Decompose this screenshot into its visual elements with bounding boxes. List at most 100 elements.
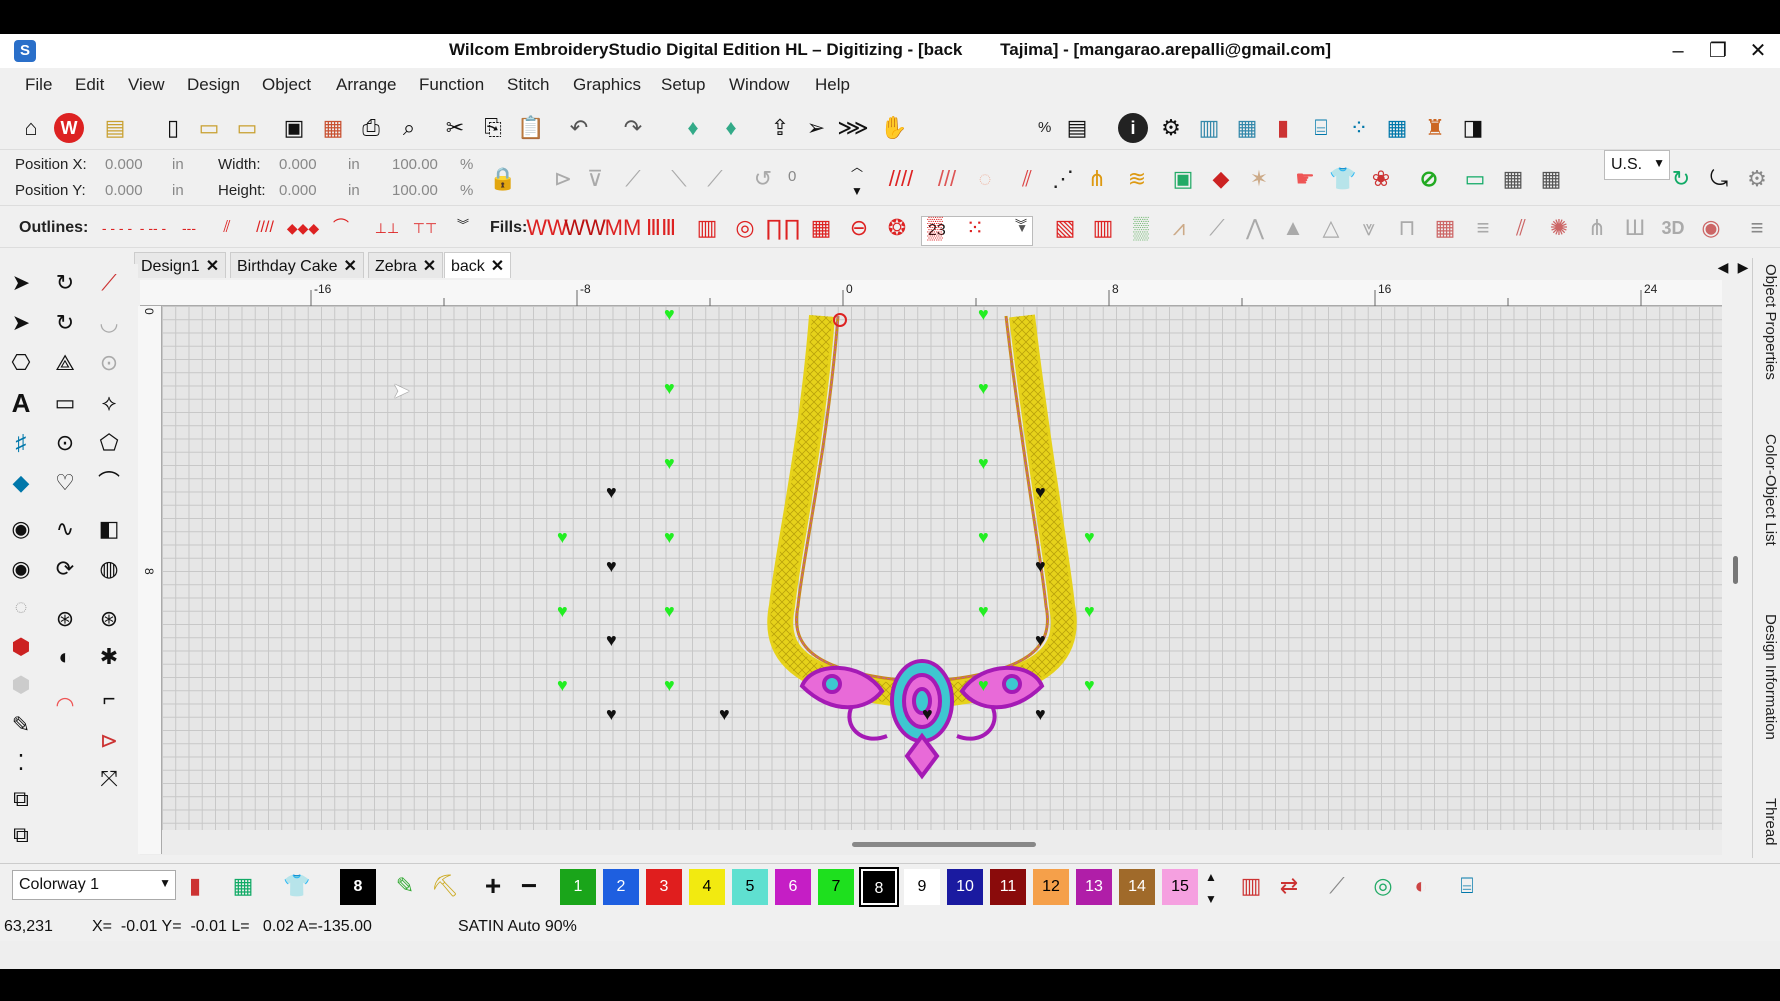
team-names-icon[interactable]: ♯ <box>6 428 36 458</box>
arc-tool-icon[interactable]: ◡ <box>94 308 124 338</box>
close-icon[interactable]: ✕ <box>344 258 357 275</box>
knife-tool-icon[interactable]: ✎ <box>6 710 36 740</box>
dots-tool-icon[interactable]: ⁚ <box>6 748 36 778</box>
close-icon[interactable]: ✕ <box>423 258 436 275</box>
monogram-icon[interactable]: ◆ <box>6 468 36 498</box>
color-swatch-15[interactable]: 15 <box>1162 869 1198 905</box>
green-heart-icon[interactable]: ♥ <box>557 601 568 622</box>
fur-icon[interactable]: ⋔ <box>1582 213 1612 243</box>
position-y-field[interactable]: 0.000 <box>105 182 143 199</box>
color-blend-wheel-icon[interactable]: ◐ <box>1406 871 1436 901</box>
close-icon[interactable]: ✕ <box>1738 34 1778 68</box>
swap-colors-icon[interactable]: ⇄ <box>1274 871 1304 901</box>
satin-fill-alt-icon[interactable]: WW <box>564 213 606 243</box>
undo-icon[interactable]: ↶ <box>564 113 594 143</box>
spiral-icon[interactable]: ✺ <box>1544 213 1574 243</box>
sketch-icon[interactable]: ⩘ <box>1164 213 1194 243</box>
design-library-icon[interactable]: ▤ <box>100 113 130 143</box>
height-field[interactable]: 0.000 <box>279 182 317 199</box>
cut-icon[interactable]: ✂ <box>440 113 470 143</box>
sketch-alt-icon[interactable]: ⟋ <box>1202 213 1232 243</box>
satin-outline-icon[interactable]: //// <box>248 213 282 243</box>
color-swatch-6[interactable]: 6 <box>775 869 811 905</box>
shapes-icon[interactable]: ◆ <box>1206 164 1236 194</box>
menu-arrange[interactable]: Arrange <box>336 75 396 95</box>
bean-icon[interactable]: ◆◆◆ <box>286 213 320 243</box>
rotate-tool-icon[interactable]: ↻ <box>50 308 80 338</box>
chevron-down-icon[interactable]: ▼ <box>842 176 872 206</box>
satin-fill-icon[interactable]: WW <box>526 213 568 243</box>
black-heart-icon[interactable]: ♥ <box>719 704 730 725</box>
timer-icon[interactable]: ◉ <box>1696 213 1726 243</box>
menu-design[interactable]: Design <box>187 75 240 95</box>
image-icon[interactable]: ▣ <box>1168 164 1198 194</box>
thread-chart-icon[interactable]: ▥ <box>1236 871 1266 901</box>
color-blend-icon[interactable]: ❀ <box>1366 164 1396 194</box>
green-heart-icon[interactable]: ♥ <box>978 453 989 474</box>
tatami-icon[interactable]: /// <box>932 164 962 194</box>
open-folder-icon[interactable]: ▭ <box>232 113 262 143</box>
color-swatch-7[interactable]: 7 <box>818 869 854 905</box>
close-icon[interactable]: ✕ <box>491 258 504 275</box>
no-color-icon[interactable]: ⟋ <box>1322 871 1352 901</box>
spiral-fill-icon[interactable]: ◌ <box>6 592 36 622</box>
backstitch-icon[interactable]: - -- - <box>136 213 170 243</box>
hoop-icon[interactable]: ▭ <box>1460 164 1490 194</box>
color-swatch-4[interactable]: 4 <box>689 869 725 905</box>
travel-icon[interactable]: ♦ <box>678 113 708 143</box>
colorway-editor-icon[interactable]: ▮ <box>180 871 210 901</box>
wave-icon[interactable]: ≋ <box>1122 164 1152 194</box>
pentagon-icon[interactable]: ⬠ <box>94 428 124 458</box>
grid-icon[interactable]: ▦ <box>1498 164 1528 194</box>
spiral-tool-icon[interactable]: ⌒ <box>94 468 124 498</box>
restore-icon[interactable]: ❐ <box>1698 34 1738 68</box>
tab-birthday-cake[interactable]: Birthday Cake ✕ <box>230 252 364 278</box>
wave-fill-icon[interactable]: ⩔ <box>1354 213 1384 243</box>
paint-bucket-icon[interactable]: ⛏ <box>430 871 460 901</box>
menu-function[interactable]: Function <box>419 75 484 95</box>
new-file-icon[interactable]: ▯ <box>158 113 188 143</box>
circle-tool-icon[interactable]: ◉ <box>6 514 36 544</box>
options-icon[interactable]: ▥ <box>1194 113 1224 143</box>
lines-icon[interactable]: ≡ <box>1468 213 1498 243</box>
color-slash-icon[interactable]: ⊘ <box>1414 164 1444 194</box>
redo-icon[interactable]: ↷ <box>618 113 648 143</box>
star-fill-icon[interactable]: ✱ <box>94 642 124 672</box>
break-apart-icon[interactable]: ⎔ <box>6 348 36 378</box>
remove-color-icon[interactable]: − <box>514 871 544 901</box>
polygon-icon[interactable]: ⟡ <box>94 388 124 418</box>
lasso-icon[interactable]: ↻ <box>50 268 80 298</box>
freehand-icon[interactable]: ⟳ <box>50 554 80 584</box>
stemstitch-icon[interactable]: ⫽ <box>210 213 244 243</box>
black-heart-icon[interactable]: ♥ <box>606 556 617 577</box>
hand-appliqué-icon[interactable]: ☛ <box>1290 164 1320 194</box>
open-icon[interactable]: ▭ <box>194 113 224 143</box>
offset-icon[interactable]: ◐ <box>50 642 80 672</box>
mirror-horizontal-icon[interactable]: ⊳ <box>548 164 578 194</box>
add-color-icon[interactable]: + <box>478 871 508 901</box>
black-heart-icon[interactable]: ♥ <box>1035 556 1046 577</box>
heart-shape-icon[interactable]: ♡ <box>50 468 80 498</box>
black-heart-icon[interactable]: ♥ <box>1035 630 1046 651</box>
black-heart-icon[interactable]: ♥ <box>606 630 617 651</box>
spool-icon[interactable]: ⌸ <box>1306 113 1336 143</box>
shirt-color-icon[interactable]: 👕 <box>282 871 312 901</box>
hatch-fill-icon[interactable]: ▒ <box>920 213 950 243</box>
green-heart-icon[interactable]: ♥ <box>557 675 568 696</box>
grid-dots-icon[interactable]: ⁘ <box>1344 113 1374 143</box>
ring-fill-icon[interactable]: ◎ <box>730 213 760 243</box>
current-color-swatch[interactable]: 8 <box>340 869 376 905</box>
black-heart-icon[interactable]: ♥ <box>1035 704 1046 725</box>
green-heart-icon[interactable]: ♥ <box>1084 527 1095 548</box>
color-object-list-tab[interactable]: Color-Object List <box>1755 434 1779 546</box>
zigzag-fill-icon[interactable]: MM <box>605 213 642 243</box>
print-preview-icon[interactable]: ⌕ <box>394 113 424 143</box>
menu-window[interactable]: Window <box>729 75 789 95</box>
zigzag-outline-icon[interactable]: ⊤⊤ <box>408 213 442 243</box>
curve-icon[interactable]: ⤿ <box>1704 164 1734 194</box>
reshape-icon[interactable]: ➤ <box>6 308 36 338</box>
blanket-outline-icon[interactable]: ⊥⊥ <box>370 213 404 243</box>
rotate-left-icon[interactable]: ⟍ <box>664 164 694 194</box>
appliqué-icon[interactable]: ⊛ <box>50 604 80 634</box>
lettering-icon[interactable]: A <box>6 388 36 418</box>
